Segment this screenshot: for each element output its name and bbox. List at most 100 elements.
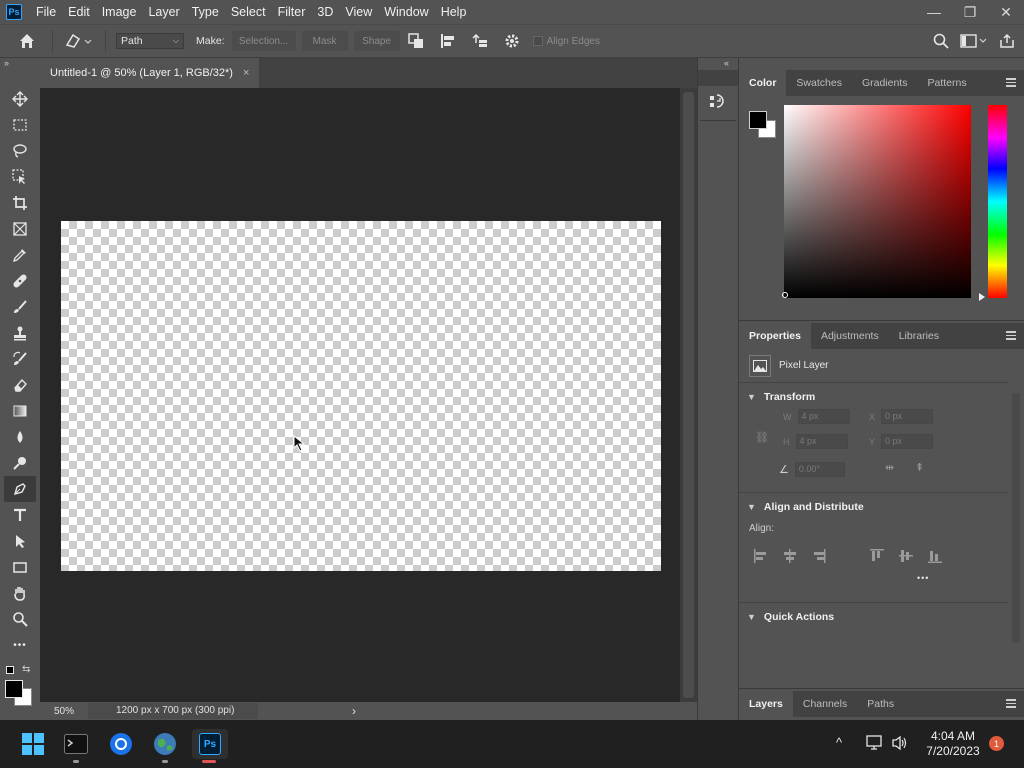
object-select-icon[interactable]	[0, 164, 40, 190]
more-options-icon[interactable]: •••	[917, 573, 929, 583]
history-panel-icon[interactable]	[698, 86, 738, 116]
angle-field[interactable]: 0.00°	[794, 462, 845, 477]
link-icon[interactable]: ⛓	[755, 431, 769, 444]
menu-view[interactable]: View	[339, 0, 378, 24]
close-button[interactable]: ✕	[988, 0, 1024, 24]
home-icon[interactable]	[14, 28, 40, 54]
path-select-icon[interactable]	[0, 528, 40, 554]
panel-menu-icon[interactable]	[1006, 331, 1016, 342]
workspace-icon[interactable]	[954, 28, 994, 54]
make-mask-button[interactable]: Mask	[301, 31, 348, 51]
pen-tool-preset-icon[interactable]	[59, 28, 99, 54]
tab-patterns[interactable]: Patterns	[917, 70, 976, 96]
zoom-icon[interactable]	[0, 606, 40, 632]
brush-icon[interactable]	[0, 294, 40, 320]
eraser-icon[interactable]	[0, 372, 40, 398]
align-right-icon[interactable]	[811, 549, 827, 563]
browser-icon[interactable]	[106, 729, 136, 759]
panel-menu-icon[interactable]	[1006, 78, 1016, 89]
menu-window[interactable]: Window	[378, 0, 434, 24]
x-field[interactable]: 0 px	[881, 409, 934, 424]
minimize-button[interactable]: —	[916, 0, 952, 24]
lasso-icon[interactable]	[0, 138, 40, 164]
menu-file[interactable]: File	[30, 0, 62, 24]
move-icon[interactable]	[0, 86, 40, 112]
align-bottom-icon[interactable]	[927, 549, 943, 563]
photoshop-taskbar-icon[interactable]: Ps	[192, 729, 228, 759]
gradient-icon[interactable]	[0, 398, 40, 424]
tab-properties[interactable]: Properties	[739, 323, 811, 349]
panel-collapse-toggle[interactable]: «	[698, 58, 738, 70]
volume-icon[interactable]	[891, 735, 909, 751]
close-icon[interactable]: ×	[243, 67, 249, 79]
toolbar-collapse-toggle[interactable]: »	[0, 58, 40, 68]
crop-icon[interactable]	[0, 190, 40, 216]
terminal-icon[interactable]	[61, 729, 91, 759]
menu-image[interactable]: Image	[96, 0, 143, 24]
globe-app-icon[interactable]	[150, 729, 180, 759]
marquee-icon[interactable]	[0, 112, 40, 138]
document-canvas[interactable]	[61, 221, 661, 571]
panel-menu-icon[interactable]	[1006, 699, 1016, 710]
eyedropper-icon[interactable]	[0, 242, 40, 268]
hue-slider-handle[interactable]	[979, 293, 985, 301]
swap-colors-icon[interactable]: ⇆	[22, 664, 30, 675]
gear-icon[interactable]	[499, 28, 525, 54]
healing-icon[interactable]	[0, 268, 40, 294]
frame-icon[interactable]	[0, 216, 40, 242]
hue-slider[interactable]	[988, 105, 1007, 298]
notification-badge[interactable]: 1	[989, 736, 1004, 751]
menu-edit[interactable]: Edit	[62, 0, 96, 24]
status-menu-arrow[interactable]: ›	[352, 704, 356, 718]
tab-layers[interactable]: Layers	[739, 691, 793, 717]
tray-overflow-chevron[interactable]: ^	[836, 735, 842, 750]
menu-select[interactable]: Select	[225, 0, 272, 24]
tab-gradients[interactable]: Gradients	[852, 70, 918, 96]
menu-layer[interactable]: Layer	[142, 0, 185, 24]
flip-vertical-icon[interactable]: ⇞	[915, 461, 924, 474]
clock[interactable]: 4:04 AM 7/20/2023	[920, 729, 986, 759]
menu-type[interactable]: Type	[186, 0, 225, 24]
transform-section-toggle[interactable]: ▼ Transform	[747, 391, 1008, 403]
history-brush-icon[interactable]	[0, 346, 40, 372]
restore-button[interactable]: ❐	[952, 0, 988, 24]
blur-icon[interactable]	[0, 424, 40, 450]
flip-horizontal-icon[interactable]: ⇹	[885, 461, 894, 474]
y-field[interactable]: 0 px	[881, 434, 934, 449]
menu-help[interactable]: Help	[435, 0, 473, 24]
align-left-icon[interactable]	[753, 549, 769, 563]
document-tab[interactable]: Untitled-1 @ 50% (Layer 1, RGB/32*) ×	[40, 58, 260, 88]
align-horizontal-center-icon[interactable]	[782, 549, 798, 563]
tab-paths[interactable]: Paths	[857, 691, 904, 717]
color-picker-field[interactable]	[784, 105, 971, 298]
make-shape-button[interactable]: Shape	[353, 31, 400, 51]
align-top-icon[interactable]	[869, 549, 885, 563]
stamp-icon[interactable]	[0, 320, 40, 346]
share-icon[interactable]	[994, 28, 1020, 54]
search-icon[interactable]	[928, 28, 954, 54]
path-alignment-icon[interactable]	[435, 28, 461, 54]
windows-start-icon[interactable]	[18, 729, 48, 759]
tab-channels[interactable]: Channels	[793, 691, 857, 717]
rectangle-icon[interactable]	[0, 554, 40, 580]
quick-actions-toggle[interactable]: ▼ Quick Actions	[747, 611, 1008, 623]
tool-mode-dropdown[interactable]: Path ⌵	[116, 33, 184, 49]
more-tools-icon[interactable]: •••	[0, 632, 40, 658]
menu-filter[interactable]: Filter	[272, 0, 312, 24]
menu-3d[interactable]: 3D	[311, 0, 339, 24]
height-field[interactable]: 4 px	[795, 434, 848, 449]
network-icon[interactable]	[866, 735, 884, 751]
tab-libraries[interactable]: Libraries	[889, 323, 949, 349]
panel-foreground-swatch[interactable]	[749, 111, 767, 129]
tab-color[interactable]: Color	[739, 70, 787, 96]
dodge-icon[interactable]	[0, 450, 40, 476]
path-arrangement-icon[interactable]	[467, 28, 493, 54]
properties-scrollbar[interactable]	[1010, 383, 1022, 661]
zoom-level[interactable]: 50%	[40, 706, 88, 717]
make-selection-button[interactable]: Selection...	[231, 31, 296, 51]
width-field[interactable]: 4 px	[797, 409, 850, 424]
tab-adjustments[interactable]: Adjustments	[811, 323, 889, 349]
type-icon[interactable]	[0, 502, 40, 528]
align-vertical-center-icon[interactable]	[898, 549, 914, 563]
align-section-toggle[interactable]: ▼ Align and Distribute	[747, 501, 1008, 513]
